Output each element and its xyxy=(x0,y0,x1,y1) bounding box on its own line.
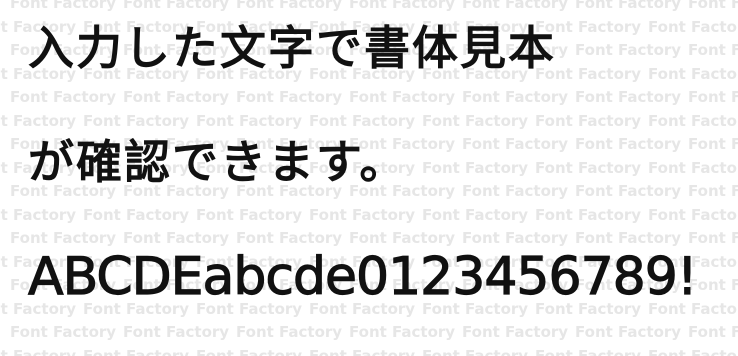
watermark-text: Font Factory xyxy=(422,346,529,356)
watermark-text: Font Factory xyxy=(575,135,682,153)
sample-text-line-2: が確認できます。 xyxy=(28,135,408,189)
watermark-text: Font Factory xyxy=(196,346,303,356)
watermark-row: Font Factory Font Factory Font Factory Font… xyxy=(0,347,738,356)
watermark-row: Font Factory Font Factory Font Factory Font… xyxy=(10,323,738,341)
watermark-row: Font Factory Font Factory Font Factory Font… xyxy=(0,206,738,224)
watermark-text: Font Factory xyxy=(575,323,682,341)
watermark-text: Font Factory xyxy=(422,111,529,130)
watermark-text: Font Factory xyxy=(0,346,77,356)
watermark-text: Font Factory xyxy=(575,41,682,59)
watermark-text: Font Factory xyxy=(349,0,456,12)
watermark-text: Font Factory xyxy=(10,0,117,12)
font-sample-canvas: Font Factory Font Factory Font Factory Font… xyxy=(0,0,738,356)
watermark-text: Font Factory xyxy=(648,346,738,356)
watermark-text: Font Factory xyxy=(535,205,642,224)
watermark-text: Font Factory xyxy=(688,135,738,153)
watermark-text: Font Factory xyxy=(688,88,738,106)
watermark-text: Font Factory xyxy=(462,88,569,106)
watermark-text: Font Factory xyxy=(83,205,190,224)
watermark-text: Font Factory xyxy=(123,88,230,106)
watermark-text: Font Factory xyxy=(535,111,642,130)
watermark-text: Font Factory xyxy=(462,0,569,12)
watermark-text: Font Factory xyxy=(648,17,738,36)
sample-text-line-3: ABCDEabcde0123456789! xyxy=(27,246,698,307)
watermark-text: Font Factory xyxy=(10,323,117,341)
watermark-text: Font Factory xyxy=(535,158,642,177)
watermark-text: Font Factory xyxy=(422,158,529,177)
watermark-text: Font Factory xyxy=(575,182,682,200)
watermark-text: Font Factory xyxy=(83,346,190,356)
watermark-text: Font Factory xyxy=(688,41,738,59)
watermark-text: Font Factory xyxy=(236,229,343,247)
watermark-text: Font Factory xyxy=(422,205,529,224)
watermark-row: Font Factory Font Factory Font Factory Font… xyxy=(10,88,738,106)
watermark-text: Font Factory xyxy=(10,88,117,106)
watermark-text: Font Factory xyxy=(462,135,569,153)
watermark-text: Font Factory xyxy=(236,323,343,341)
watermark-text: Font Factory xyxy=(123,323,230,341)
watermark-text: Font Factory xyxy=(236,0,343,12)
watermark-text: Font Factory xyxy=(462,323,569,341)
watermark-row: Font Factory Font Factory Font Factory Font… xyxy=(10,229,738,247)
watermark-text: Font Factory xyxy=(309,346,416,356)
watermark-row: Font Factory Font Factory Font Factory Font… xyxy=(10,0,738,12)
watermark-text: Font Factory xyxy=(196,205,303,224)
watermark-text: Font Factory xyxy=(575,229,682,247)
watermark-text: Font Factory xyxy=(688,323,738,341)
watermark-text: Font Factory xyxy=(575,88,682,106)
watermark-text: Font Factory xyxy=(349,323,456,341)
watermark-text: Font Factory xyxy=(123,0,230,12)
sample-text-line-1: 入力した文字で書体見本 xyxy=(28,21,556,75)
watermark-text: Font Factory xyxy=(688,182,738,200)
watermark-text: Font Factory xyxy=(462,229,569,247)
watermark-text: Font Factory xyxy=(648,158,738,177)
watermark-text: Font Factory xyxy=(688,229,738,247)
watermark-text: Font Factory xyxy=(575,0,682,12)
watermark-text: Font Factory xyxy=(648,64,738,83)
watermark-text: Font Factory xyxy=(236,88,343,106)
watermark-text: Font Factory xyxy=(648,111,738,130)
watermark-text: Font Factory xyxy=(688,0,738,12)
watermark-text: Font Factory xyxy=(535,346,642,356)
watermark-text: Font Factory xyxy=(309,205,416,224)
watermark-text: Font Factory xyxy=(349,229,456,247)
watermark-text: Font Factory xyxy=(0,205,77,224)
watermark-text: Font Factory xyxy=(648,205,738,224)
watermark-text: Font Factory xyxy=(123,229,230,247)
watermark-text: Font Factory xyxy=(349,88,456,106)
watermark-text: Font Factory xyxy=(10,229,117,247)
watermark-text: Font Factory xyxy=(462,182,569,200)
